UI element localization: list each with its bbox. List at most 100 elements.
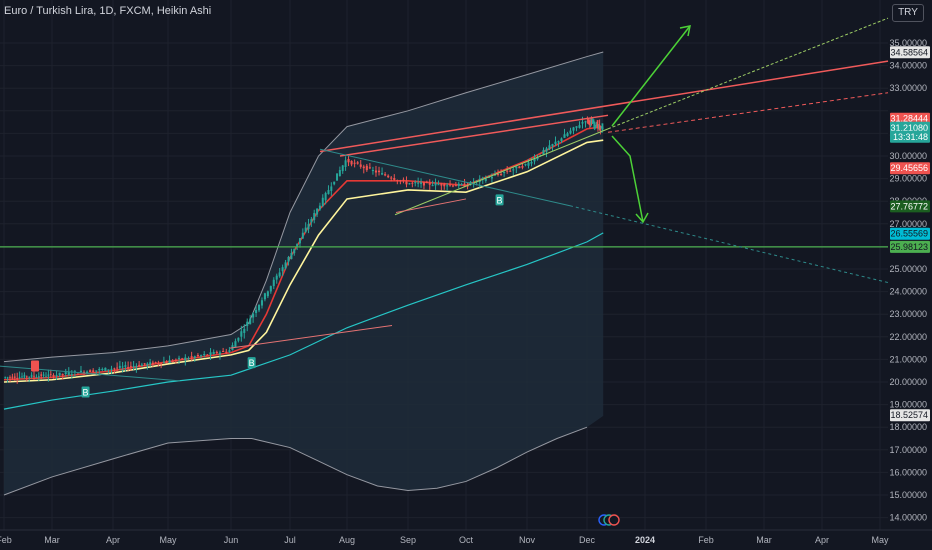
candle-body — [437, 184, 440, 186]
candle-body — [428, 182, 431, 185]
candle-body — [206, 354, 209, 356]
candle-body — [318, 205, 321, 210]
candle-body — [89, 370, 92, 373]
candle-body — [37, 376, 40, 378]
candle-body — [55, 374, 58, 376]
red-trend-upper — [319, 60, 889, 153]
price-label-text: 26.55569 — [890, 229, 928, 239]
sell-marker — [31, 360, 39, 372]
candle-body — [298, 238, 301, 244]
x-tick-label: May — [159, 535, 177, 545]
symbol-title: Euro / Turkish Lira, 1D, FXCM, Heikin As… — [4, 5, 212, 17]
candle-body — [365, 165, 368, 171]
candle-body — [209, 352, 212, 355]
candle-body — [28, 376, 31, 378]
candle-body — [454, 185, 457, 187]
price-label-text: 27.76772 — [890, 201, 928, 211]
candle-body — [284, 262, 287, 269]
candle-body — [249, 318, 252, 325]
candle-body — [184, 357, 187, 361]
y-tick-label: 30.00000 — [889, 151, 927, 161]
candle-body — [234, 341, 237, 348]
candle-body — [13, 376, 16, 379]
candle-body — [135, 365, 138, 368]
candle-body — [368, 167, 371, 169]
candle-body — [602, 127, 604, 129]
candle-body — [338, 170, 341, 177]
candle-body — [199, 355, 203, 357]
candle-body — [165, 362, 168, 364]
currency-button[interactable]: TRY — [892, 4, 924, 22]
candle-body — [61, 373, 64, 375]
price-chart[interactable]: BBB 35.0000034.0000033.0000031.0000030.0… — [0, 0, 932, 550]
candle-body — [25, 376, 28, 378]
candle-body — [563, 134, 566, 138]
candle-body — [287, 257, 290, 262]
x-tick-label: Sep — [400, 535, 416, 545]
buy-marker-label: B — [497, 195, 503, 205]
candle-body — [359, 164, 362, 167]
candle-body — [47, 374, 50, 377]
candle-body — [344, 160, 347, 167]
y-tick-label: 18.00000 — [889, 422, 927, 432]
candle-body — [443, 183, 446, 187]
y-tick-label: 20.00000 — [889, 377, 927, 387]
candle-body — [506, 170, 509, 172]
candle-body — [333, 181, 336, 185]
bollinger-band — [3, 51, 604, 496]
y-tick-label: 24.00000 — [889, 287, 927, 297]
candle-body — [515, 166, 518, 169]
candle-body — [578, 125, 581, 128]
x-tick-label: Aug — [339, 535, 355, 545]
candle-body — [237, 337, 240, 341]
x-tick-label: Mar — [44, 535, 60, 545]
x-tick-label: 2024 — [635, 535, 655, 545]
candle-body — [171, 360, 174, 362]
y-tick-label: 33.00000 — [889, 83, 927, 93]
candle-body — [40, 374, 43, 377]
candle-body — [490, 176, 493, 179]
band-fill — [4, 52, 604, 495]
candle-body — [160, 363, 163, 365]
candle-body — [33, 375, 35, 377]
candle-body — [560, 138, 563, 142]
y-tick-label: 27.00000 — [889, 219, 927, 229]
candle-body — [420, 182, 423, 184]
candle-body — [569, 130, 572, 134]
candle-body — [222, 350, 225, 352]
candle-body — [512, 169, 515, 171]
price-axis[interactable]: 35.0000034.0000033.0000031.0000030.00000… — [889, 38, 930, 523]
candle-body — [381, 173, 384, 175]
candle-body — [52, 375, 55, 377]
candle-body — [460, 183, 463, 185]
candle-body — [16, 378, 19, 380]
x-tick-label: May — [871, 535, 889, 545]
candle-body — [116, 367, 119, 369]
candle-body — [310, 219, 313, 223]
candle-body — [118, 365, 121, 368]
candle-body — [266, 291, 269, 297]
price-label-text: 25.98123 — [890, 242, 928, 252]
candle-body — [140, 364, 143, 367]
candle-body — [157, 363, 160, 365]
candle-body — [399, 180, 402, 182]
candle-body — [281, 267, 284, 272]
price-label-text: 34.58564 — [890, 47, 928, 57]
y-tick-label: 15.00000 — [889, 490, 927, 500]
candle-body — [316, 208, 319, 215]
y-tick-label: 29.00000 — [889, 174, 927, 184]
candle-body — [521, 166, 524, 168]
candle-body — [374, 170, 378, 173]
candle-body — [557, 141, 560, 143]
price-label-text: 29.45656 — [890, 163, 928, 173]
candle-body — [263, 293, 266, 300]
candle-body — [190, 356, 193, 358]
candle-body — [246, 321, 249, 327]
x-tick-label: Jul — [284, 535, 296, 545]
candle-body — [275, 275, 278, 280]
candle-body — [431, 185, 434, 187]
candle-body — [124, 365, 127, 367]
candle-body — [524, 164, 527, 166]
candle-body — [4, 377, 7, 379]
candle-body — [362, 166, 365, 169]
